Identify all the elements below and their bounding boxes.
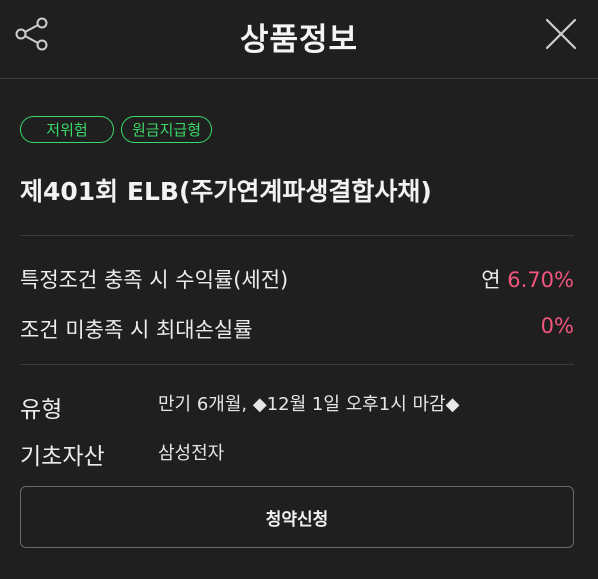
condition-met-value-group: 연 6.70% bbox=[481, 264, 574, 294]
divider bbox=[20, 364, 574, 365]
page-title: 상품정보 bbox=[239, 22, 359, 58]
condition-unmet-label: 조건 미충족 시 최대손실률 bbox=[20, 318, 253, 342]
product-name: 제401회 ELB(주가연계파생결합사채) bbox=[20, 177, 432, 206]
tag-list: 저위험 원금지급형 bbox=[20, 116, 213, 143]
annual-prefix: 연 bbox=[481, 268, 501, 292]
header: 상품정보 bbox=[0, 0, 598, 79]
underlying-value: 삼성전자 bbox=[158, 443, 225, 464]
type-label: 유형 bbox=[20, 397, 63, 423]
principal-type-tag: 원금지급형 bbox=[121, 116, 213, 143]
close-icon bbox=[545, 18, 577, 50]
apply-button[interactable]: 청약신청 bbox=[20, 486, 574, 548]
condition-met-rate: 6.70% bbox=[507, 268, 574, 292]
risk-level-tag: 저위험 bbox=[20, 116, 114, 143]
condition-unmet-rate: 0% bbox=[540, 314, 574, 338]
condition-met-label: 특정조건 충족 시 수익률(세전) bbox=[20, 268, 289, 292]
type-value: 만기 6개월, ◆12월 1일 오후1시 마감◆ bbox=[158, 394, 460, 415]
divider bbox=[20, 235, 574, 236]
underlying-label: 기초자산 bbox=[20, 444, 105, 470]
close-button[interactable] bbox=[544, 17, 578, 51]
condition-unmet-row: 조건 미충족 시 최대손실률 0% bbox=[20, 314, 574, 344]
condition-met-row: 특정조건 충족 시 수익률(세전) 연 6.70% bbox=[20, 264, 574, 294]
